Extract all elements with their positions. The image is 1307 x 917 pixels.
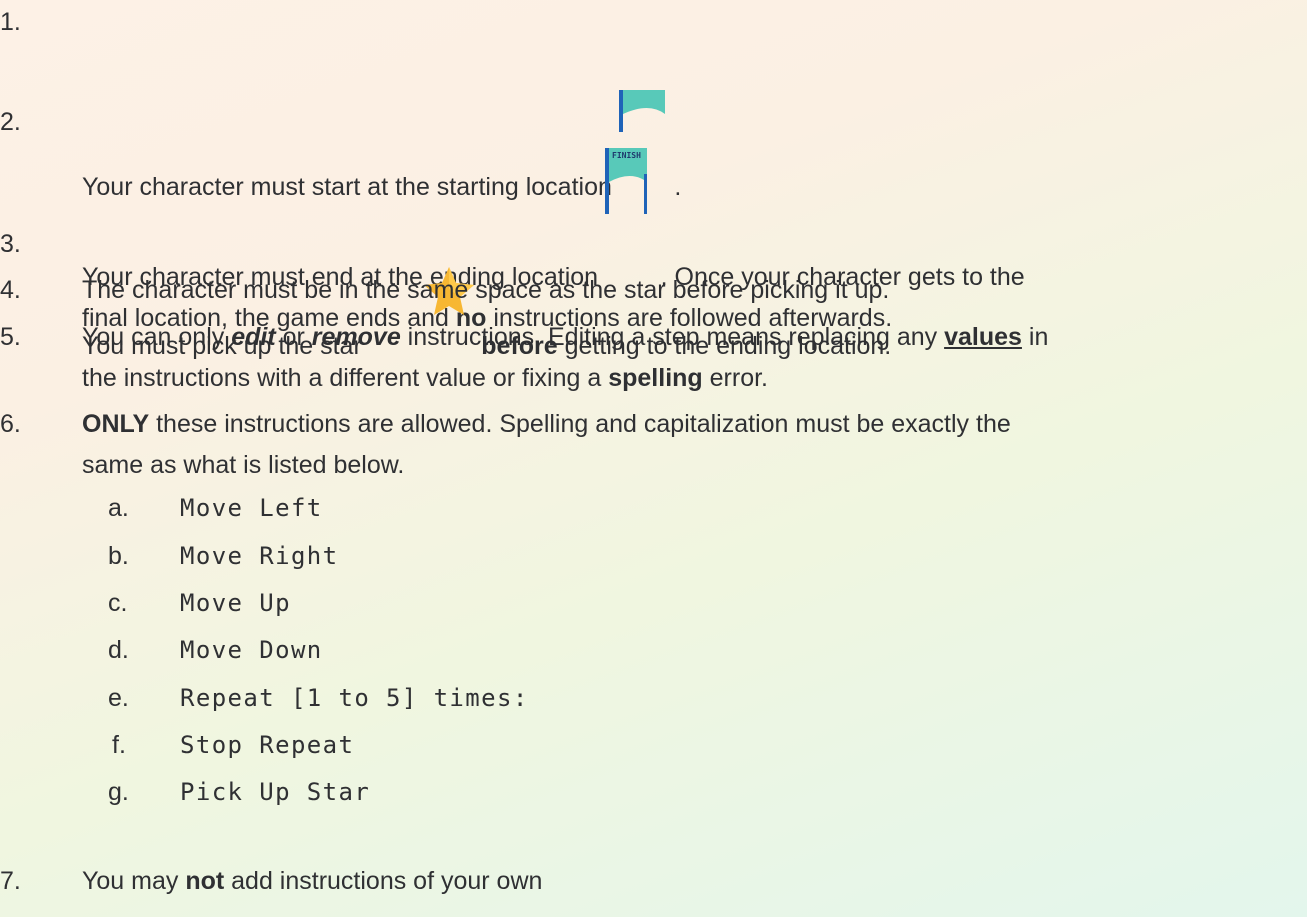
rule-number: 2. — [0, 108, 21, 136]
rule-text: You can only edit or remove instructions… — [82, 323, 1049, 392]
instruction-code: Move Left — [180, 494, 323, 522]
rule-number: 5. — [0, 323, 21, 351]
rule-text: The character must be in the same space … — [82, 276, 890, 304]
instruction-code: Stop Repeat — [180, 731, 355, 759]
instruction-code: Repeat [1 to 5] times: — [180, 684, 529, 712]
rules-list: 1. Your character must start at the star… — [0, 0, 1307, 917]
instruction-code: Move Down — [180, 636, 323, 664]
rule-number: 1. — [0, 8, 21, 36]
rule-text: ONLY these instructions are allowed. Spe… — [82, 410, 1011, 479]
instruction-code: Pick Up Star — [180, 778, 371, 806]
rule-text: You may not add instructions of your own — [82, 867, 543, 895]
rule-number: 7. — [0, 867, 21, 895]
instruction-code: Move Right — [180, 542, 339, 570]
rule-number: 6. — [0, 410, 21, 438]
flag-label: FINISH — [612, 151, 641, 160]
rule-number: 3. — [0, 230, 21, 258]
rule-number: 4. — [0, 276, 21, 304]
instruction-code: Move Up — [180, 589, 291, 617]
